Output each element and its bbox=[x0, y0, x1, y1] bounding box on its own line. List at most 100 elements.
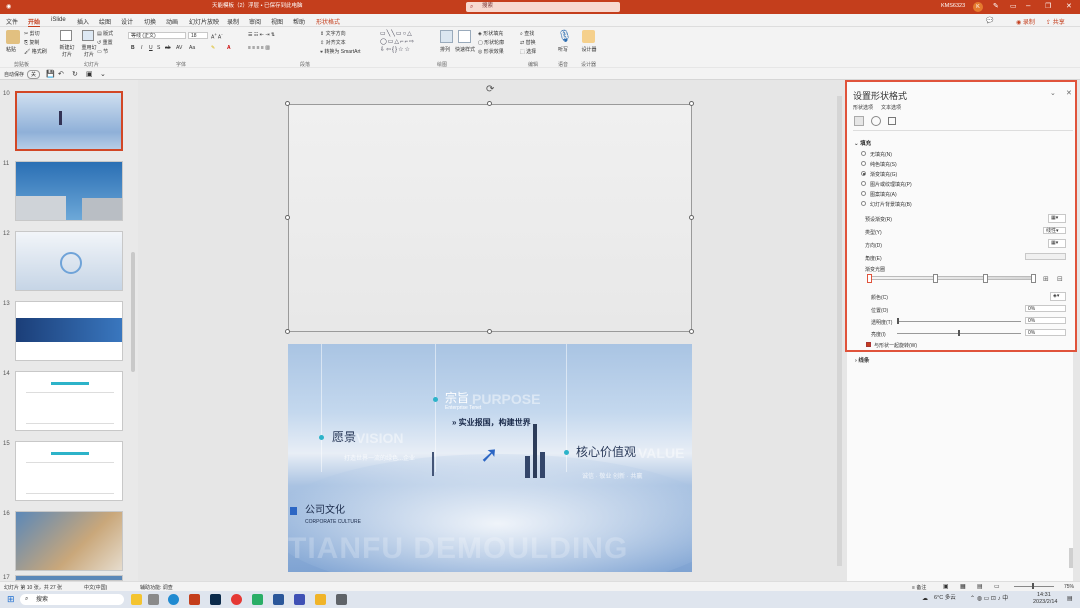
quick-styles-label[interactable]: 快速样式 bbox=[455, 46, 475, 53]
word-icon[interactable] bbox=[273, 594, 284, 605]
windows-start-icon[interactable]: ⊞ bbox=[7, 595, 15, 604]
widget-icon[interactable] bbox=[131, 594, 142, 605]
tab-insert[interactable]: 插入 bbox=[77, 17, 89, 26]
powerpoint-icon[interactable] bbox=[189, 594, 200, 605]
slide-preview[interactable]: ➚ 宗旨 PURPOSE Enterprise Tenet » 实业报国，构建世… bbox=[288, 344, 692, 572]
gradient-stop[interactable] bbox=[933, 274, 938, 283]
resize-handle[interactable] bbox=[689, 101, 694, 106]
gradient-stop[interactable] bbox=[867, 274, 872, 283]
highlight-icon[interactable]: ✎ bbox=[211, 45, 215, 51]
weather-icon[interactable]: ☁ bbox=[922, 596, 928, 602]
user-name[interactable]: KMS6323 bbox=[941, 3, 965, 10]
reset-button[interactable]: ↺ 重置 bbox=[97, 39, 113, 46]
gradient-bar[interactable] bbox=[869, 276, 1035, 280]
pen-icon[interactable]: ✎ bbox=[993, 3, 999, 10]
char-spacing-icon[interactable]: AV bbox=[176, 45, 182, 51]
paste-label[interactable]: 粘贴 bbox=[6, 46, 16, 53]
layout-button[interactable]: ▤ 版式 bbox=[97, 30, 113, 37]
undo-icon[interactable]: ↶ bbox=[58, 70, 64, 78]
reuse-slide-label[interactable]: 重用幻灯片 bbox=[80, 44, 98, 58]
wechat-icon[interactable] bbox=[252, 594, 263, 605]
resize-handle[interactable] bbox=[285, 329, 290, 334]
app-icon[interactable] bbox=[294, 594, 305, 605]
task-view-icon[interactable] bbox=[148, 594, 159, 605]
color-picker[interactable]: ◈▾ bbox=[1050, 292, 1066, 301]
autosave-icon[interactable]: ◉ bbox=[6, 4, 11, 10]
quick-styles-icon[interactable] bbox=[458, 30, 471, 43]
language-status[interactable]: 中文(中国) bbox=[84, 584, 107, 591]
ribbon-display-icon[interactable]: ▭ bbox=[1010, 3, 1017, 10]
tab-islide[interactable]: iSlide bbox=[51, 17, 66, 23]
preset-gradient-dropdown[interactable]: ▦▾ bbox=[1048, 214, 1066, 223]
autosave-toggle[interactable]: 关 bbox=[27, 70, 41, 79]
slider-thumb[interactable] bbox=[897, 318, 899, 324]
view-slideshow-icon[interactable]: ▭ bbox=[994, 583, 1000, 590]
copy-button[interactable]: ⎘ 复制 bbox=[24, 39, 39, 46]
shape-outline-button[interactable]: ▢ 形状轮廓 bbox=[478, 39, 504, 46]
clock-time[interactable]: 14:31 bbox=[1037, 592, 1051, 599]
bold-button[interactable]: B bbox=[131, 45, 135, 51]
record-button[interactable]: ◉ 录制 bbox=[1016, 17, 1035, 26]
change-case-icon[interactable]: Aa bbox=[189, 45, 195, 51]
shape-fill-button[interactable]: ◈ 形状填充 bbox=[478, 30, 503, 37]
resize-handle[interactable] bbox=[487, 101, 492, 106]
radio-gradient-fill[interactable] bbox=[861, 171, 866, 176]
edge-icon[interactable] bbox=[168, 594, 179, 605]
thumbnail-slide-11[interactable] bbox=[15, 161, 123, 221]
comment-icon[interactable]: 💬 bbox=[986, 17, 993, 24]
weather-status[interactable]: 6°C 多云 bbox=[934, 595, 956, 602]
font-grow-icon[interactable]: A+ A- bbox=[211, 32, 223, 41]
resize-handle[interactable] bbox=[689, 215, 694, 220]
thumbs-scrollbar[interactable] bbox=[131, 252, 135, 372]
arrange-label[interactable]: 排列 bbox=[440, 46, 450, 53]
tab-animations[interactable]: 动画 bbox=[166, 17, 178, 26]
radio-picture-fill[interactable] bbox=[861, 181, 866, 186]
shape-effects-button[interactable]: ◎ 形状效果 bbox=[478, 48, 504, 55]
customize-qat-icon[interactable]: ⌄ bbox=[100, 70, 106, 78]
settings-icon[interactable] bbox=[336, 594, 347, 605]
notes-button[interactable]: ≡ 备注 bbox=[912, 584, 926, 591]
text-direction-button[interactable]: ⇕ 文字方向 bbox=[320, 30, 346, 37]
redo-icon[interactable]: ↻ bbox=[72, 70, 78, 78]
type-dropdown[interactable]: 线性▾ bbox=[1043, 227, 1066, 234]
tray-icons[interactable]: ⌃ ◍ ▭ ⊡ ♪ 中 bbox=[970, 596, 1008, 602]
thumbnail-slide-14[interactable] bbox=[15, 371, 123, 431]
radio-pattern-fill[interactable] bbox=[861, 191, 866, 196]
dictate-label[interactable]: 听写 bbox=[558, 46, 568, 53]
zoom-thumb[interactable] bbox=[1032, 583, 1034, 589]
tab-record[interactable]: 录制 bbox=[227, 17, 239, 26]
angle-input[interactable] bbox=[1025, 253, 1066, 260]
thumbnail-slide-16[interactable] bbox=[15, 511, 123, 571]
align-text-button[interactable]: ⇳ 对齐文本 bbox=[320, 39, 346, 46]
gradient-stop[interactable] bbox=[1031, 274, 1036, 283]
paste-icon[interactable] bbox=[6, 30, 20, 44]
selected-gradient-shape[interactable] bbox=[288, 104, 692, 332]
resize-handle[interactable] bbox=[689, 329, 694, 334]
rotate-with-shape-checkbox[interactable] bbox=[866, 342, 871, 347]
close-icon[interactable]: ✕ bbox=[1066, 89, 1072, 97]
designer-icon[interactable] bbox=[582, 30, 595, 43]
clock-date[interactable]: 2023/2/14 bbox=[1033, 599, 1057, 606]
align-icons[interactable]: ≡ ≡ ≡ ≡ ▥ bbox=[248, 45, 270, 51]
direction-dropdown[interactable]: ▦▾ bbox=[1048, 239, 1066, 248]
canvas-scrollbar[interactable] bbox=[837, 96, 842, 566]
tab-shape-options[interactable]: 形状选项 bbox=[853, 104, 873, 111]
tab-review[interactable]: 审阅 bbox=[249, 17, 261, 26]
thumbnail-slide-15[interactable] bbox=[15, 441, 123, 501]
convert-smartart-button[interactable]: ⚹ 转换为 SmartArt bbox=[320, 48, 361, 55]
close-icon[interactable]: ✕ bbox=[1066, 3, 1072, 10]
shapes-gallery[interactable]: ▭╲╲▭○△ ◯▭△⌐⌐⇨ ⇩⇦{}☆☆ bbox=[380, 30, 432, 56]
italic-button[interactable]: I bbox=[141, 45, 142, 51]
size-properties-icon[interactable] bbox=[888, 117, 896, 125]
tab-design[interactable]: 设计 bbox=[121, 17, 133, 26]
replace-button[interactable]: ⇄ 替换 bbox=[520, 39, 536, 46]
view-reading-icon[interactable]: ▤ bbox=[977, 583, 983, 590]
view-normal-icon[interactable]: ▣ bbox=[943, 583, 949, 590]
position-input[interactable]: 0% bbox=[1025, 305, 1066, 312]
radio-no-fill[interactable] bbox=[861, 151, 866, 156]
minimize-icon[interactable]: – bbox=[1026, 2, 1030, 10]
reuse-slide-icon[interactable] bbox=[82, 30, 94, 41]
document-title[interactable]: 天能模板（2）浮层 • 已保存到此电脑 bbox=[212, 3, 303, 10]
effects-icon[interactable] bbox=[871, 116, 881, 126]
transparency-input[interactable]: 0% bbox=[1025, 317, 1066, 324]
